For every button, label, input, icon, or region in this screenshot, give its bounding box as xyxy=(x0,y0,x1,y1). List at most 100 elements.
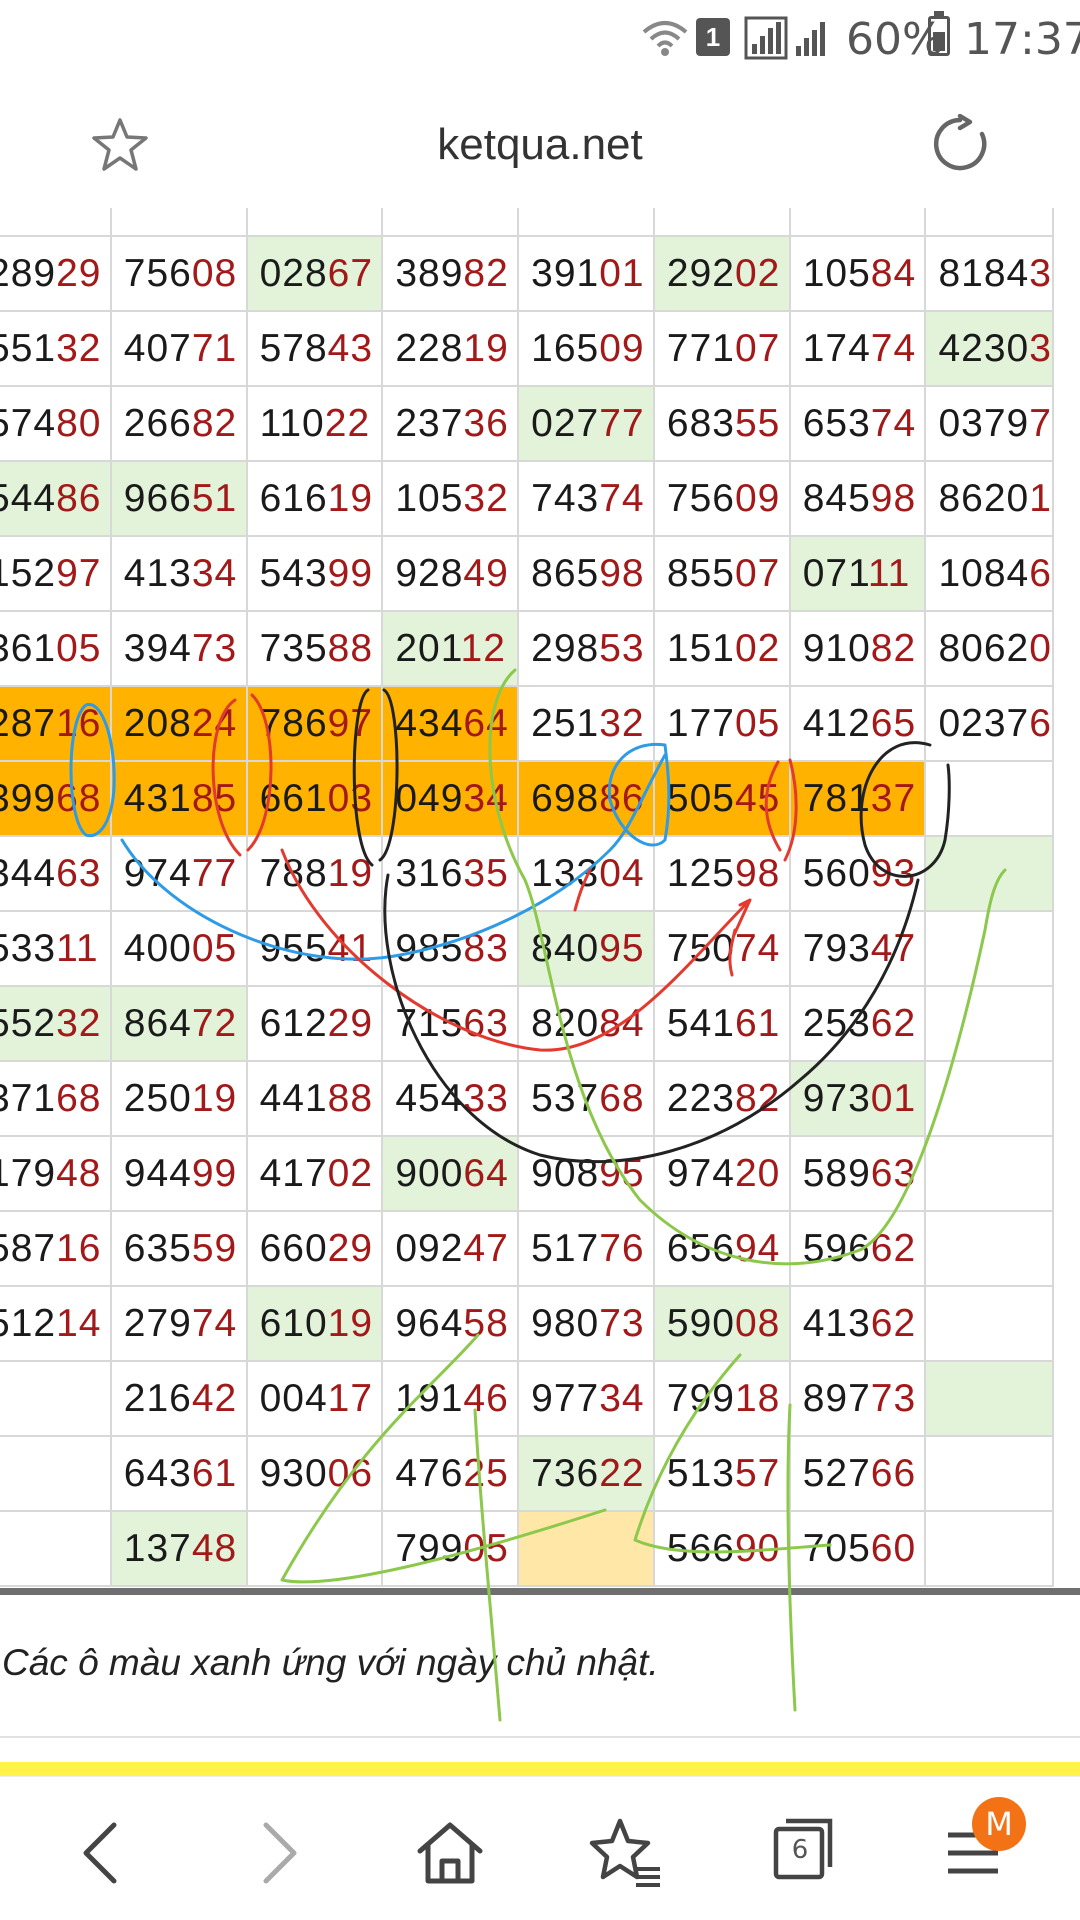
result-cell: 64361 xyxy=(109,1435,248,1512)
result-cell xyxy=(924,1285,1054,1362)
table-row: 1529741334543999284986598855070711110846 xyxy=(0,535,1054,612)
number-suffix: 24 xyxy=(191,701,238,745)
result-cell: 54399 xyxy=(245,535,384,612)
results-table-container[interactable]: 2892975608028673898239101292021058481843… xyxy=(0,208,1080,1588)
number-prefix: 974 xyxy=(666,1151,735,1195)
back-icon[interactable] xyxy=(62,1813,142,1893)
number-suffix: 48 xyxy=(191,1526,238,1570)
result-cell: 79918 xyxy=(652,1360,791,1437)
number-suffix: 11 xyxy=(867,551,911,595)
result-cell: 09247 xyxy=(381,1210,520,1287)
number-prefix: 434 xyxy=(395,701,464,745)
number-suffix: 84 xyxy=(599,1001,645,1045)
number-prefix: 228 xyxy=(395,326,464,370)
number-prefix: 517 xyxy=(531,1226,600,1270)
reload-icon[interactable] xyxy=(930,114,990,174)
result-cell: 79347 xyxy=(788,910,927,987)
result-cell: 58716 xyxy=(0,1210,112,1287)
result-cell: 17705 xyxy=(652,685,791,762)
number-suffix: 80 xyxy=(56,401,102,445)
table-row: 2871620824786974346425132177054126502376 xyxy=(0,685,1054,762)
table-row: 55232864726122971563820845416125362 xyxy=(0,985,1054,1062)
number-suffix: 61 xyxy=(734,1001,781,1045)
result-cell xyxy=(924,835,1054,912)
number-suffix: 60 xyxy=(870,1526,917,1570)
result-cell: 39101 xyxy=(517,235,655,312)
result-cell: 28716 xyxy=(0,685,112,762)
result-cell: 51776 xyxy=(517,1210,655,1287)
number-prefix: 105 xyxy=(802,251,871,295)
number-prefix: 596 xyxy=(802,1226,871,1270)
number-prefix: 413 xyxy=(802,1301,871,1345)
number-suffix: 93 xyxy=(870,851,917,895)
number-prefix: 786 xyxy=(259,701,328,745)
bookmarks-icon[interactable] xyxy=(586,1813,666,1893)
number-suffix: 1 xyxy=(1029,476,1052,520)
result-cell: 97420 xyxy=(652,1135,791,1212)
result-cell: 50545 xyxy=(652,760,791,837)
result-cell: 02777 xyxy=(517,385,655,462)
number-suffix: 97 xyxy=(327,701,374,745)
result-cell: 65694 xyxy=(652,1210,791,1287)
result-cell: 86472 xyxy=(109,985,248,1062)
url-text[interactable]: ketqua.net xyxy=(300,120,780,170)
number-prefix: 400 xyxy=(123,926,192,970)
number-prefix: 0379 xyxy=(938,401,1030,445)
result-cell: 89773 xyxy=(788,1360,927,1437)
number-prefix: 505 xyxy=(666,776,735,820)
number-suffix: 94 xyxy=(734,1226,781,1270)
result-cell xyxy=(924,760,1054,837)
result-cell: 90064 xyxy=(381,1135,520,1212)
sim-slot-badge: 1 xyxy=(696,18,730,56)
number-prefix: 049 xyxy=(395,776,464,820)
home-icon[interactable] xyxy=(410,1813,490,1893)
number-suffix: 43 xyxy=(327,326,374,370)
table-row: 64361 93006 47625 73622 51357 52766 xyxy=(0,1435,1054,1512)
number-prefix: 544 xyxy=(0,476,57,520)
result-cell: 56690 xyxy=(652,1510,791,1587)
number-prefix: 864 xyxy=(123,1001,192,1045)
number-prefix: 399 xyxy=(0,776,57,820)
forward-icon[interactable] xyxy=(238,1813,318,1893)
number-prefix: 513 xyxy=(666,1451,735,1495)
result-cell: 10584 xyxy=(788,235,927,312)
number-prefix: 743 xyxy=(531,476,600,520)
number-prefix: 537 xyxy=(531,1076,600,1120)
number-prefix: 512 xyxy=(0,1301,57,1345)
number-suffix: 48 xyxy=(56,1151,102,1195)
number-suffix: 66 xyxy=(870,1451,917,1495)
result-cell: 63559 xyxy=(109,1210,248,1287)
result-cell: 29202 xyxy=(652,235,791,312)
number-suffix: 7 xyxy=(1029,401,1052,445)
result-cell: 86201 xyxy=(924,460,1054,537)
number-suffix: 36 xyxy=(463,401,509,445)
number-prefix: 587 xyxy=(0,1226,57,1270)
number-suffix: 16 xyxy=(56,701,102,745)
result-cell: 81843 xyxy=(924,235,1054,312)
table-row: 5448696651616191053274374756098459886201 xyxy=(0,460,1054,537)
table-row: 21642 00417 19146 97734 79918 89773 xyxy=(0,1360,1054,1437)
number-prefix: 590 xyxy=(666,1301,735,1345)
wifi-icon xyxy=(642,21,688,56)
result-cell: 22382 xyxy=(652,1060,791,1137)
number-suffix: 03 xyxy=(327,776,374,820)
number-prefix: 4230 xyxy=(938,326,1030,370)
number-prefix: 253 xyxy=(802,1001,871,1045)
tabs-count: 6 xyxy=(791,1835,809,1865)
tabs-icon[interactable]: 6 xyxy=(760,1813,840,1893)
result-cell: 71563 xyxy=(381,985,520,1062)
result-cell: 80620 xyxy=(924,610,1054,687)
result-cell: 41362 xyxy=(788,1285,927,1362)
result-cell: 85507 xyxy=(652,535,791,612)
result-cell: 58963 xyxy=(788,1135,927,1212)
result-cell: 86598 xyxy=(517,535,655,612)
number-suffix: 22 xyxy=(324,401,371,445)
number-prefix: 279 xyxy=(123,1301,192,1345)
number-suffix: 32 xyxy=(599,701,645,745)
bookmark-star-icon[interactable] xyxy=(90,116,150,174)
number-prefix: 974 xyxy=(123,851,192,895)
number-suffix: 63 xyxy=(463,1001,509,1045)
result-cell: 78697 xyxy=(245,685,384,762)
number-prefix: 750 xyxy=(666,926,735,970)
number-prefix: 316 xyxy=(395,851,464,895)
